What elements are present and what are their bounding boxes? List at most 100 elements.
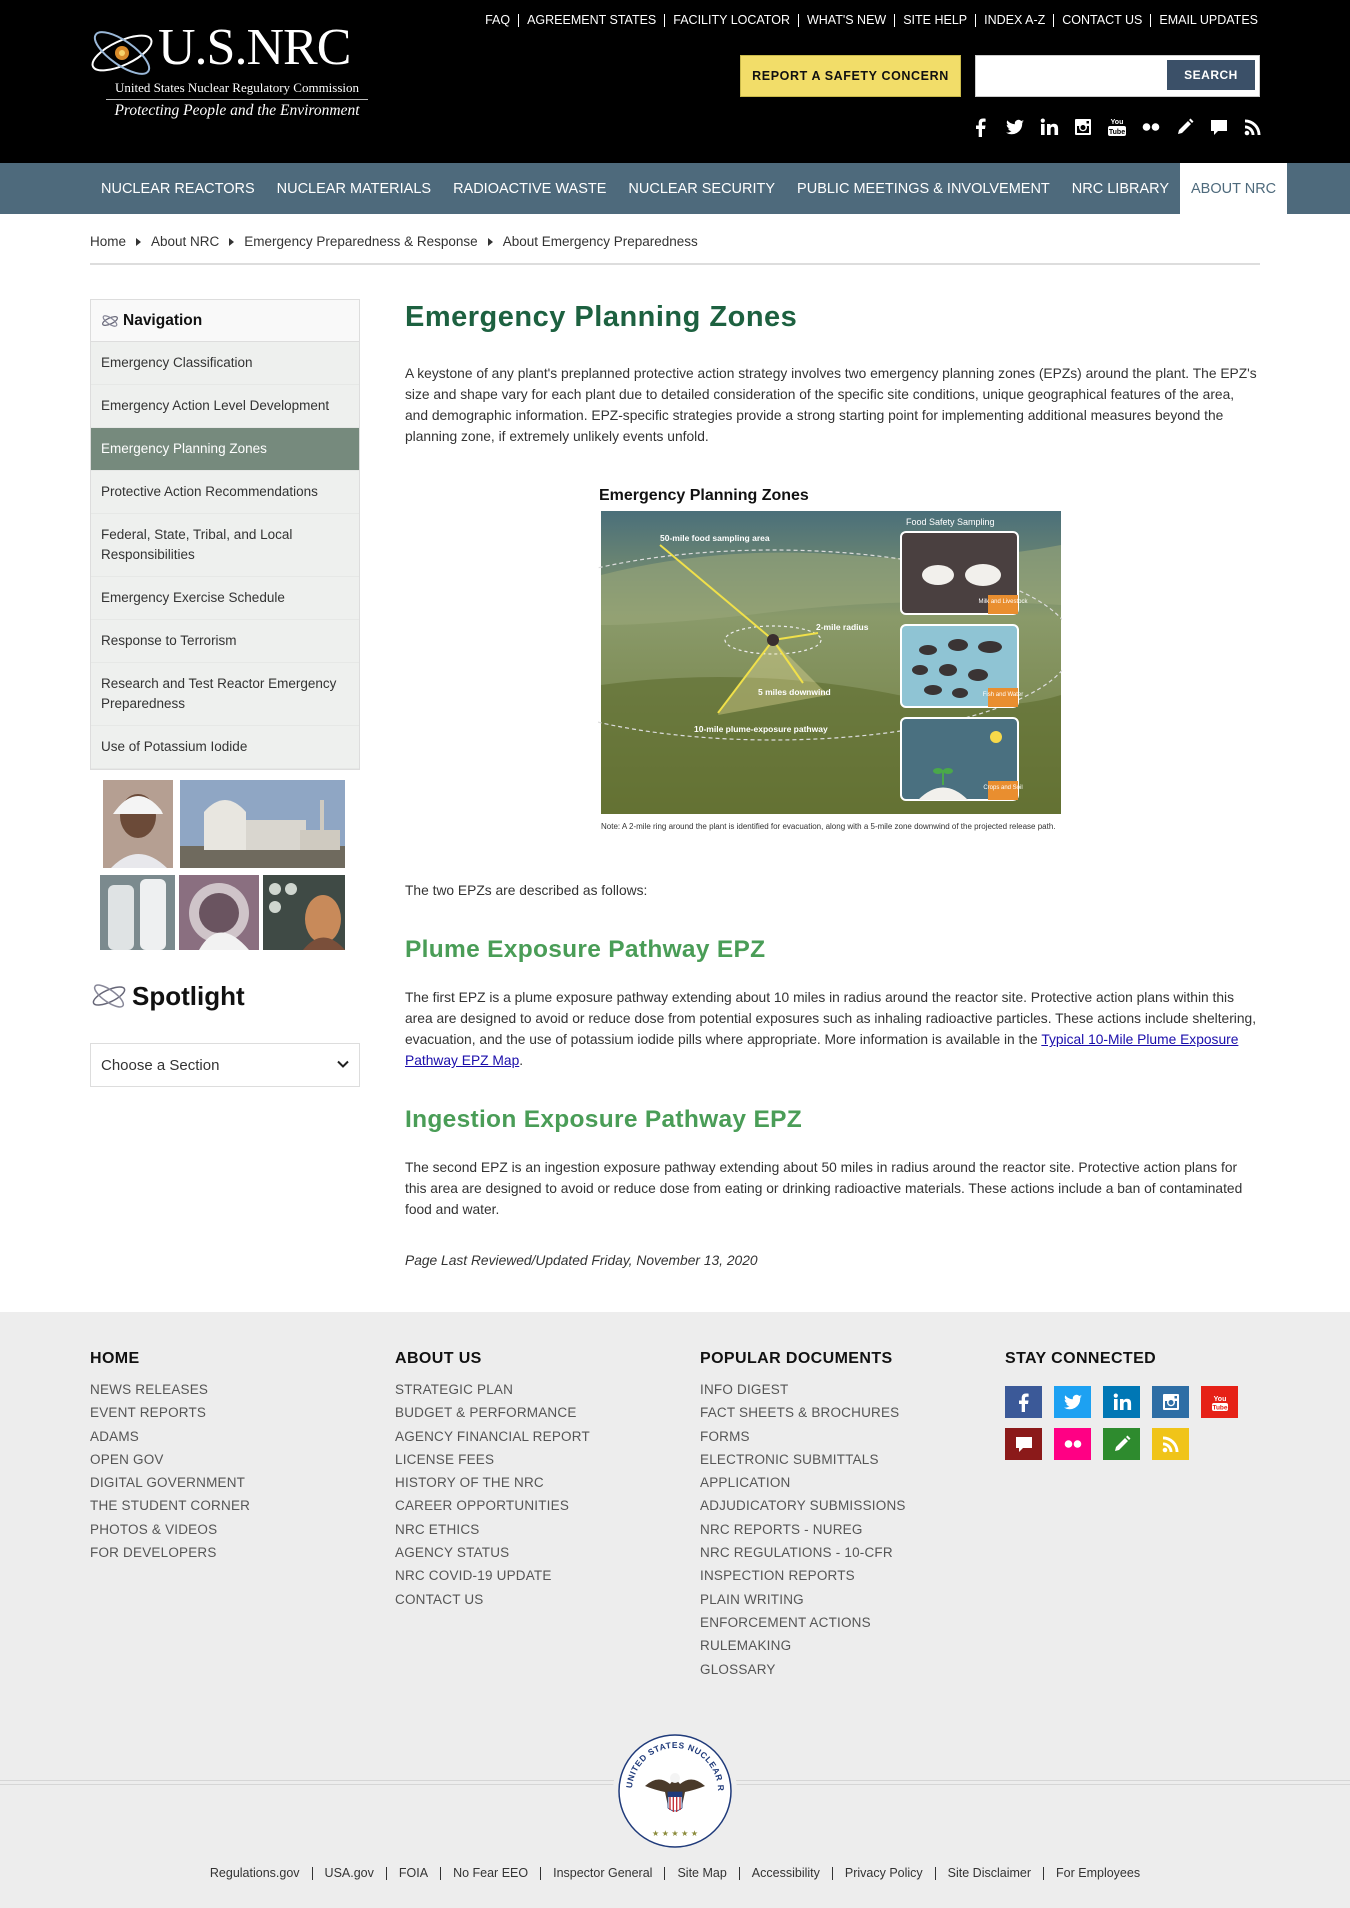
linkedin-icon[interactable] [1103,1386,1140,1418]
youtube-icon[interactable]: You Tube [1201,1386,1238,1418]
bottom-link-usa-gov[interactable]: USA.gov [311,1867,386,1880]
footer-link[interactable]: FACT SHEETS & BROCHURES [700,1401,906,1424]
footer-link[interactable]: APPLICATION [700,1471,906,1494]
twitter-icon[interactable] [1054,1386,1091,1418]
footer-link[interactable]: EVENT REPORTS [90,1401,250,1424]
worker-hardhat-photo [103,780,173,868]
footer-link[interactable]: BUDGET & PERFORMANCE [395,1401,590,1424]
bottom-link-for-employees[interactable]: For Employees [1043,1867,1152,1880]
nav-nuclear-materials[interactable]: NUCLEAR MATERIALS [266,163,442,214]
footer-link[interactable]: NEWS RELEASES [90,1378,250,1401]
flickr-icon[interactable] [1140,116,1162,138]
twitter-icon[interactable] [1004,116,1026,138]
sidebar-item-protective-action-recommendations[interactable]: Protective Action Recommendations [91,471,359,514]
bottom-link-foia[interactable]: FOIA [385,1867,440,1880]
footer-link[interactable]: RULEMAKING [700,1634,906,1657]
comment-icon[interactable] [1208,116,1230,138]
utility-link-faq[interactable]: FAQ [477,14,518,27]
sidebar-item-research-test-reactor[interactable]: Research and Test Reactor Emergency Prep… [91,663,359,726]
choose-section-dropdown[interactable]: Choose a Section [90,1043,360,1087]
nav-nrc-library[interactable]: NRC LIBRARY [1061,163,1180,214]
flickr-icon[interactable] [1054,1428,1091,1460]
instagram-icon[interactable] [1072,116,1094,138]
utility-link-contact-us[interactable]: CONTACT US [1053,14,1150,27]
facebook-icon[interactable] [970,116,992,138]
footer-about-heading[interactable]: ABOUT US [395,1350,590,1368]
footer-link[interactable]: NRC COVID-19 UPDATE [395,1564,590,1587]
bottom-link-site-disclaimer[interactable]: Site Disclaimer [934,1867,1043,1880]
footer-link[interactable]: NRC REPORTS - NUREG [700,1518,906,1541]
pencil-icon[interactable] [1174,116,1196,138]
search-input[interactable] [984,64,1174,90]
footer-link[interactable]: NRC ETHICS [395,1518,590,1541]
search-button[interactable]: SEARCH [1167,60,1255,90]
breadcrumb-arrow-icon [136,237,142,246]
linkedin-icon[interactable] [1038,116,1060,138]
nrc-logo[interactable]: U.S.NRC United States Nuclear Regulatory… [88,16,368,126]
footer-link[interactable]: INSPECTION REPORTS [700,1564,906,1587]
footer-link[interactable]: CONTACT US [395,1588,590,1611]
sidebar-item-emergency-classification[interactable]: Emergency Classification [91,342,359,385]
bottom-link-accessibility[interactable]: Accessibility [738,1867,832,1880]
sidebar-item-eal-development[interactable]: Emergency Action Level Development [91,385,359,428]
rss-icon[interactable] [1152,1428,1189,1460]
pencil-icon[interactable] [1103,1428,1140,1460]
section2-paragraph: The second EPZ is an ingestion exposure … [405,1160,1243,1217]
footer-link[interactable]: STRATEGIC PLAN [395,1378,590,1401]
youtube-icon[interactable]: You Tube [1106,116,1128,138]
footer-link[interactable]: DIGITAL GOVERNMENT [90,1471,250,1494]
bottom-link-no-fear-eeo[interactable]: No Fear EEO [440,1867,540,1880]
report-safety-concern-button[interactable]: REPORT A SAFETY CONCERN [740,55,961,97]
footer-link[interactable]: AGENCY STATUS [395,1541,590,1564]
footer-link[interactable]: ADAMS [90,1425,250,1448]
nav-nuclear-security[interactable]: NUCLEAR SECURITY [617,163,786,214]
utility-link-facility-locator[interactable]: FACILITY LOCATOR [664,14,798,27]
emergency-planning-zones-figure: Emergency Planning Zones 50-mile food sa… [598,487,1062,814]
bottom-link-site-map[interactable]: Site Map [664,1867,738,1880]
facebook-icon[interactable] [1005,1386,1042,1418]
utility-link-whats-new[interactable]: WHAT'S NEW [797,14,894,27]
footer-link[interactable]: AGENCY FINANCIAL REPORT [395,1425,590,1448]
breadcrumb-emergency-preparedness-response[interactable]: Emergency Preparedness & Response [244,234,477,249]
footer-link[interactable]: THE STUDENT CORNER [90,1494,250,1517]
footer-link[interactable]: PHOTOS & VIDEOS [90,1518,250,1541]
utility-link-email-updates[interactable]: EMAIL UPDATES [1150,14,1258,27]
utility-link-index[interactable]: INDEX A-Z [975,14,1053,27]
footer-link[interactable]: HISTORY OF THE NRC [395,1471,590,1494]
instagram-icon[interactable] [1152,1386,1189,1418]
footer-link[interactable]: CAREER OPPORTUNITIES [395,1494,590,1517]
breadcrumb-about-emergency-preparedness[interactable]: About Emergency Preparedness [503,234,698,249]
utility-link-site-help[interactable]: SITE HELP [894,14,975,27]
breadcrumb-about-nrc[interactable]: About NRC [151,234,219,249]
nav-radioactive-waste[interactable]: RADIOACTIVE WASTE [442,163,617,214]
rss-icon[interactable] [1242,116,1264,138]
footer-link[interactable]: ELECTRONIC SUBMITTALS [700,1448,906,1471]
bottom-link-inspector-general[interactable]: Inspector General [540,1867,664,1880]
footer-home-heading[interactable]: HOME [90,1350,250,1368]
footer-link[interactable]: ADJUDICATORY SUBMISSIONS [700,1494,906,1517]
nrc-seal-icon[interactable]: UNITED STATES NUCLEAR REGULATORY COMMISS… [610,1726,740,1856]
sidebar-item-responsibilities[interactable]: Federal, State, Tribal, and Local Respon… [91,514,359,577]
footer-link[interactable]: PLAIN WRITING [700,1588,906,1611]
breadcrumb-home[interactable]: Home [90,234,126,249]
nav-public-meetings[interactable]: PUBLIC MEETINGS & INVOLVEMENT [786,163,1061,214]
utility-link-agreement-states[interactable]: AGREEMENT STATES [518,14,664,27]
footer-link[interactable]: FOR DEVELOPERS [90,1541,250,1564]
sidebar-item-exercise-schedule[interactable]: Emergency Exercise Schedule [91,577,359,620]
footer-link[interactable]: INFO DIGEST [700,1378,906,1401]
nav-about-nrc[interactable]: ABOUT NRC [1180,163,1288,214]
bottom-link-regulations-gov[interactable]: Regulations.gov [198,1867,312,1880]
comment-icon[interactable] [1005,1428,1042,1460]
footer-link[interactable]: ENFORCEMENT ACTIONS [700,1611,906,1634]
sidebar-item-emergency-planning-zones[interactable]: Emergency Planning Zones [91,428,359,471]
section1-paragraph: The first EPZ is a plume exposure pathwa… [405,987,1260,1071]
bottom-link-privacy-policy[interactable]: Privacy Policy [831,1867,935,1880]
sidebar-item-response-to-terrorism[interactable]: Response to Terrorism [91,620,359,663]
footer-link[interactable]: GLOSSARY [700,1658,906,1681]
footer-link[interactable]: FORMS [700,1425,906,1448]
footer-link[interactable]: NRC REGULATIONS - 10-CFR [700,1541,906,1564]
nav-nuclear-reactors[interactable]: NUCLEAR REACTORS [90,163,266,214]
footer-link[interactable]: LICENSE FEES [395,1448,590,1471]
footer-link[interactable]: OPEN GOV [90,1448,250,1471]
sidebar-item-potassium-iodide[interactable]: Use of Potassium Iodide [91,726,359,769]
